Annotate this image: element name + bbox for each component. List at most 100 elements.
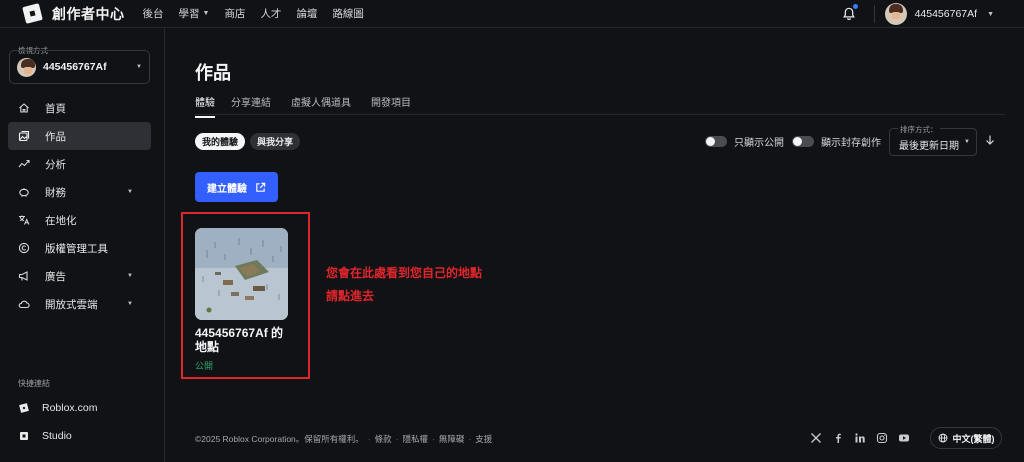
quick-link-label: Studio <box>42 430 72 442</box>
public-only-switch[interactable] <box>705 136 727 147</box>
toggle-label: 只顯示公開 <box>734 138 784 149</box>
social-links <box>810 432 920 444</box>
quick-link-label: Roblox.com <box>42 402 98 414</box>
footer: ©2025 Roblox Corporation。保留所有權利。 · 條款 · … <box>195 433 492 445</box>
language-label: 中文(繁體) <box>952 433 995 444</box>
experience-title[interactable]: 445456767Af 的地點 <box>195 326 288 354</box>
sidebar-item-creations[interactable]: 作品 <box>8 122 151 150</box>
sidebar-item-label: 在地化 <box>45 214 77 227</box>
globe-icon <box>938 433 947 443</box>
sidebar-item-label: 版權管理工具 <box>45 242 108 255</box>
sidebar-item-localization[interactable]: 在地化 <box>8 206 151 234</box>
notifications-bell-icon[interactable] <box>842 4 858 21</box>
page-title: 作品 <box>195 63 231 83</box>
sort-direction-arrow-down-icon[interactable] <box>984 134 996 146</box>
footer-separator: · <box>468 434 472 444</box>
sort-select[interactable]: 排序方式： 最後更新日期 ▼ <box>889 124 977 156</box>
external-link-icon <box>256 182 266 192</box>
language-selector[interactable]: 中文(繁體) <box>930 427 1002 449</box>
roblox-icon <box>18 402 30 414</box>
sidebar-item-label: 作品 <box>45 130 66 143</box>
filter-pills: 我的體驗 與我分享 <box>195 133 305 150</box>
sidebar-item-finance[interactable]: 財務 ▼ <box>8 178 151 206</box>
instagram-icon[interactable] <box>876 432 888 444</box>
top-nav-roadmap[interactable]: 路線圖 <box>332 6 364 21</box>
top-nav-label: 人才 <box>260 8 282 20</box>
show-archived-switch[interactable] <box>792 136 814 147</box>
chevron-down-icon: ▼ <box>964 139 970 145</box>
piggy-bank-icon <box>18 186 30 198</box>
top-nav-learn[interactable]: 學習 ▼ <box>179 6 210 21</box>
place-thumbnail-image <box>195 228 288 320</box>
account-name: 445456767Af <box>43 61 107 73</box>
create-experience-button[interactable]: 建立體驗 <box>195 172 278 202</box>
chevron-down-icon: ▼ <box>127 273 133 279</box>
footer-link-support[interactable]: 支援 <box>475 433 492 445</box>
sidebar-item-label: 首頁 <box>45 102 66 115</box>
sidebar-item-label: 分析 <box>45 158 66 171</box>
chevron-down-icon: ▼ <box>202 10 210 17</box>
sidebar-item-label: 開放式雲端 <box>45 298 98 311</box>
sidebar-item-copyright[interactable]: 版權管理工具 <box>8 234 151 262</box>
x-icon[interactable] <box>810 432 822 444</box>
notification-dot <box>852 4 858 9</box>
sidebar-item-home[interactable]: 首頁 <box>8 94 151 122</box>
pill-my-experiences[interactable]: 我的體驗 <box>195 133 246 150</box>
youtube-icon[interactable] <box>898 432 910 444</box>
footer-link-privacy[interactable]: 隱私權 <box>402 433 428 445</box>
top-nav-label: 商店 <box>224 8 246 20</box>
quick-links-title: 快捷連結 <box>18 379 50 388</box>
sort-value: 最後更新日期 <box>899 141 959 152</box>
sidebar-item-analytics[interactable]: 分析 <box>8 150 151 178</box>
chevron-down-icon: ▼ <box>127 301 133 307</box>
top-nav-label: 路線圖 <box>332 8 364 20</box>
top-nav: 後台 學習 ▼ 商店 人才 論壇 路線圖 <box>143 6 379 21</box>
experience-card[interactable]: 445456767Af 的地點 公開 <box>195 228 288 372</box>
footer-copyright: ©2025 Roblox Corporation。保留所有權利。 <box>195 434 364 444</box>
avatar[interactable] <box>884 3 907 25</box>
home-icon <box>18 102 30 114</box>
studio-icon <box>18 430 30 442</box>
top-nav-label: 學習 <box>178 8 200 20</box>
footer-separator: · <box>432 434 435 444</box>
create-experience-label: 建立體驗 <box>207 183 247 195</box>
facebook-icon[interactable] <box>832 432 844 444</box>
footer-link-accessibility[interactable]: 無障礙 <box>439 433 465 445</box>
chevron-down-icon: ▼ <box>127 189 133 195</box>
sidebar-item-open-cloud[interactable]: 開放式雲端 ▼ <box>8 290 151 318</box>
tabs-divider <box>195 114 1005 115</box>
quick-links: Roblox.com Studio <box>18 394 97 450</box>
linkedin-icon[interactable] <box>854 432 866 444</box>
quick-link-studio[interactable]: Studio <box>18 422 97 450</box>
experience-thumbnail[interactable] <box>195 228 288 320</box>
top-nav-store[interactable]: 商店 <box>224 6 245 21</box>
quick-link-roblox[interactable]: Roblox.com <box>18 394 97 422</box>
gallery-icon <box>18 130 30 142</box>
footer-link-terms[interactable]: 條款 <box>375 433 392 445</box>
sidebar-item-ads[interactable]: 廣告 ▼ <box>8 262 151 290</box>
top-username[interactable]: 445456767Af <box>915 8 977 20</box>
chevron-down-icon[interactable]: ▼ <box>987 11 994 18</box>
account-selector[interactable]: 445456767Af ▼ <box>9 50 150 84</box>
toggle-public-only: 只顯示公開 <box>705 134 784 149</box>
annotation-text-line-2: 請點進去 <box>326 289 375 303</box>
top-nav-talent[interactable]: 人才 <box>260 6 281 21</box>
top-right-area: 445456767Af ▼ <box>842 0 1024 28</box>
top-bar: 創作者中心 後台 學習 ▼ 商店 人才 論壇 路線圖 445456767Af ▼ <box>0 0 1024 28</box>
pill-shared-with-me[interactable]: 與我分享 <box>250 133 301 150</box>
chart-line-icon <box>18 158 30 170</box>
sidebar-item-label: 廣告 <box>45 270 66 283</box>
chevron-down-icon: ▼ <box>136 64 142 70</box>
sidebar: 檢視方式 445456767Af ▼ 首頁 作品 分析 財務 ▼ 在地化 版權管… <box>0 28 165 462</box>
sidebar-item-label: 財務 <box>45 186 66 199</box>
brand-logo[interactable]: 創作者中心 <box>24 4 125 24</box>
top-nav-forum[interactable]: 論壇 <box>296 6 317 21</box>
sidebar-nav: 首頁 作品 分析 財務 ▼ 在地化 版權管理工具 廣告 ▼ 開放式雲端 ▼ <box>8 94 151 318</box>
avatar <box>17 57 36 77</box>
annotation-text-line-1: 您會在此處看到您自己的地點 <box>326 266 483 280</box>
experience-status: 公開 <box>195 361 214 371</box>
top-nav-label: 論壇 <box>296 8 318 20</box>
sort-label: 排序方式： <box>898 124 940 135</box>
roblox-logo-icon <box>22 3 43 24</box>
top-nav-dashboard[interactable]: 後台 <box>143 6 164 21</box>
